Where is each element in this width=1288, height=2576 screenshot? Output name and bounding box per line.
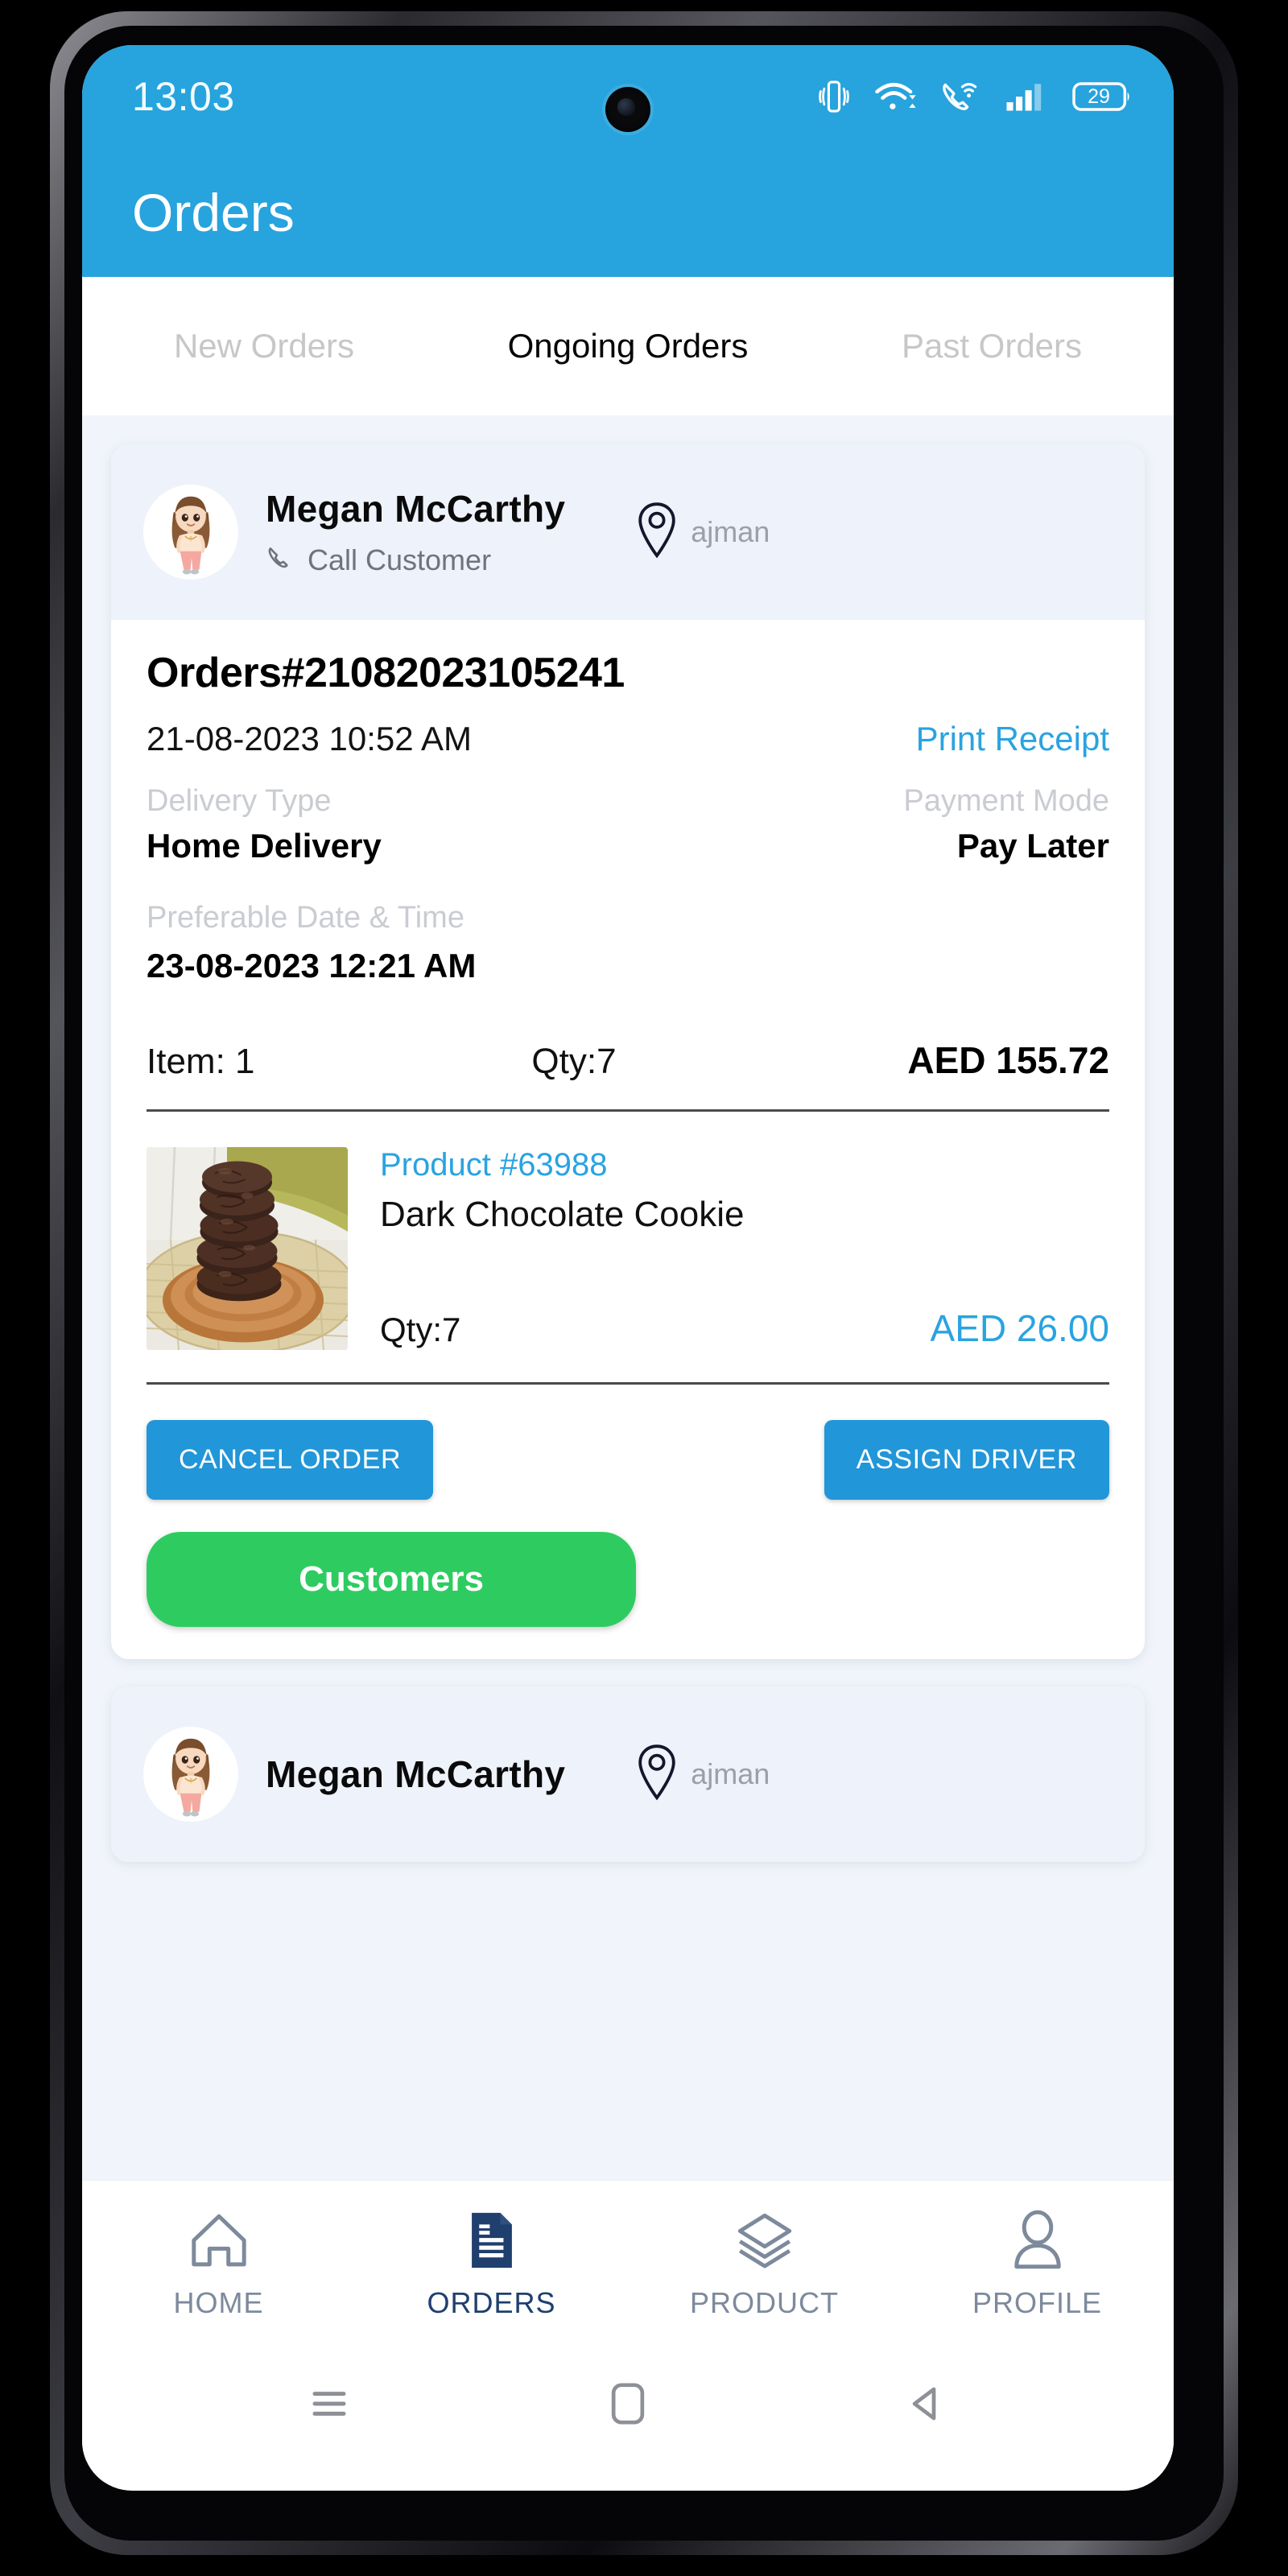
person-icon [1008, 2210, 1067, 2275]
recents-icon[interactable] [308, 2382, 351, 2429]
status-bar-clock: 13:03 [132, 74, 235, 119]
payment-mode-label: Payment Mode [903, 784, 1109, 818]
cancel-order-button[interactable]: CANCEL ORDER [147, 1420, 434, 1500]
app-bar: Orders [82, 148, 1174, 277]
preferable-datetime-value: 23-08-2023 12:21 AM [147, 947, 477, 985]
nav-item-home[interactable]: HOME [82, 2210, 355, 2320]
status-bar-icons: 29 [818, 78, 1132, 115]
customer-header[interactable]: Megan McCarthy ajman [111, 1686, 1145, 1862]
preferable-datetime-label: Preferable Date & Time [147, 901, 464, 935]
back-triangle-icon[interactable] [905, 2382, 948, 2429]
document-icon [463, 2210, 521, 2275]
layers-icon [732, 2210, 798, 2275]
product-id[interactable]: Product #63988 [380, 1147, 1109, 1183]
product-row[interactable]: Product #63988 Dark Chocolate Cookie Qty… [147, 1112, 1109, 1382]
tab-new-orders[interactable]: New Orders [82, 327, 446, 365]
order-number: Orders#21082023105241 [147, 650, 625, 696]
bottom-navigation[interactable]: HOME ORDERS PRODUCT PROFILE [82, 2180, 1174, 2349]
status-bar: 13:03 29 [82, 45, 1174, 148]
wifi-calling-icon [940, 79, 980, 114]
delivery-payment-labels: Delivery Type Payment Mode [147, 784, 1109, 819]
tab-ongoing-orders[interactable]: Ongoing Orders [446, 327, 810, 365]
summary-amount: AED 155.72 [907, 1039, 1109, 1081]
home-icon [188, 2210, 250, 2275]
location-label: ajman [691, 1757, 770, 1790]
home-square-icon[interactable] [608, 2380, 648, 2431]
customer-details: Megan McCarthy Call Customer [266, 487, 565, 577]
avatar [143, 485, 238, 580]
orders-list[interactable]: Megan McCarthy Call Customer ajman Order… [82, 415, 1174, 2180]
front-camera-punch-hole [605, 87, 650, 132]
customer-location[interactable]: ajman [636, 1744, 770, 1806]
nav-item-orders[interactable]: ORDERS [355, 2210, 628, 2320]
location-pin-icon [636, 1744, 678, 1806]
delivery-type-label: Delivery Type [147, 784, 332, 818]
location-label: ajman [691, 515, 770, 548]
nav-label-home: HOME [173, 2286, 264, 2319]
product-qty: Qty:7 [380, 1311, 461, 1348]
location-pin-icon [636, 502, 678, 564]
customer-details: Megan McCarthy [266, 1752, 565, 1796]
wifi-icon [874, 80, 916, 114]
assign-driver-button[interactable]: ASSIGN DRIVER [824, 1420, 1109, 1500]
battery-percentage: 29 [1088, 85, 1110, 108]
product-name: Dark Chocolate Cookie [380, 1195, 745, 1234]
divider-bottom [147, 1382, 1109, 1385]
nav-item-profile[interactable]: PROFILE [901, 2210, 1174, 2320]
avatar [143, 1727, 238, 1822]
customers-button[interactable]: Customers [147, 1532, 636, 1627]
product-price: AED 26.00 [930, 1307, 1109, 1349]
tab-past-orders[interactable]: Past Orders [810, 327, 1174, 365]
summary-item-count: Item: 1 [147, 1042, 255, 1081]
phone-icon [266, 544, 295, 577]
divider-top [147, 1109, 1109, 1112]
call-customer-button[interactable]: Call Customer [266, 543, 565, 577]
order-date-row: 21-08-2023 10:52 AM Print Receipt [147, 720, 1109, 758]
order-summary-row: Item: 1 Qty:7 AED 155.72 [147, 1038, 1109, 1109]
cellular-signal-icon [1005, 80, 1048, 114]
tab-bar[interactable]: New Orders Ongoing Orders Past Orders [82, 277, 1174, 415]
delivery-payment-values: Home Delivery Pay Later [147, 827, 1109, 865]
page-title: Orders [132, 183, 295, 242]
customer-header[interactable]: Megan McCarthy Call Customer ajman [111, 444, 1145, 620]
order-details: Orders#21082023105241 21-08-2023 10:52 A… [111, 620, 1145, 1659]
phone-screen: 13:03 29 Orders New Orders Ongoing Order… [82, 45, 1174, 2491]
nav-label-product: PRODUCT [690, 2286, 839, 2319]
nav-item-product[interactable]: PRODUCT [628, 2210, 901, 2320]
order-card[interactable]: Megan McCarthy Call Customer ajman Order… [111, 444, 1145, 1659]
order-actions: CANCEL ORDER ASSIGN DRIVER [147, 1420, 1109, 1500]
android-system-navigation[interactable] [82, 2349, 1174, 2462]
nav-label-orders: ORDERS [427, 2286, 556, 2319]
product-info: Product #63988 Dark Chocolate Cookie Qty… [380, 1147, 1109, 1350]
product-qty-price-row: Qty:7 AED 26.00 [380, 1307, 1109, 1350]
customer-location[interactable]: ajman [636, 502, 770, 564]
order-card[interactable]: Megan McCarthy ajman [111, 1686, 1145, 1862]
customer-name: Megan McCarthy [266, 488, 566, 530]
call-customer-label: Call Customer [308, 543, 492, 576]
phone-frame: 13:03 29 Orders New Orders Ongoing Order… [50, 11, 1238, 2555]
nav-label-profile: PROFILE [972, 2286, 1103, 2319]
product-thumbnail [147, 1147, 348, 1350]
order-date: 21-08-2023 10:52 AM [147, 720, 472, 758]
summary-qty: Qty:7 [531, 1042, 617, 1081]
preferable-datetime-block: Preferable Date & Time 23-08-2023 12:21 … [147, 901, 1109, 985]
print-receipt-button[interactable]: Print Receipt [916, 720, 1109, 758]
delivery-type-value: Home Delivery [147, 827, 382, 865]
vibrate-icon [818, 78, 850, 115]
customer-name: Megan McCarthy [266, 1753, 566, 1795]
payment-mode-value: Pay Later [956, 827, 1109, 865]
battery-icon: 29 [1072, 80, 1132, 113]
